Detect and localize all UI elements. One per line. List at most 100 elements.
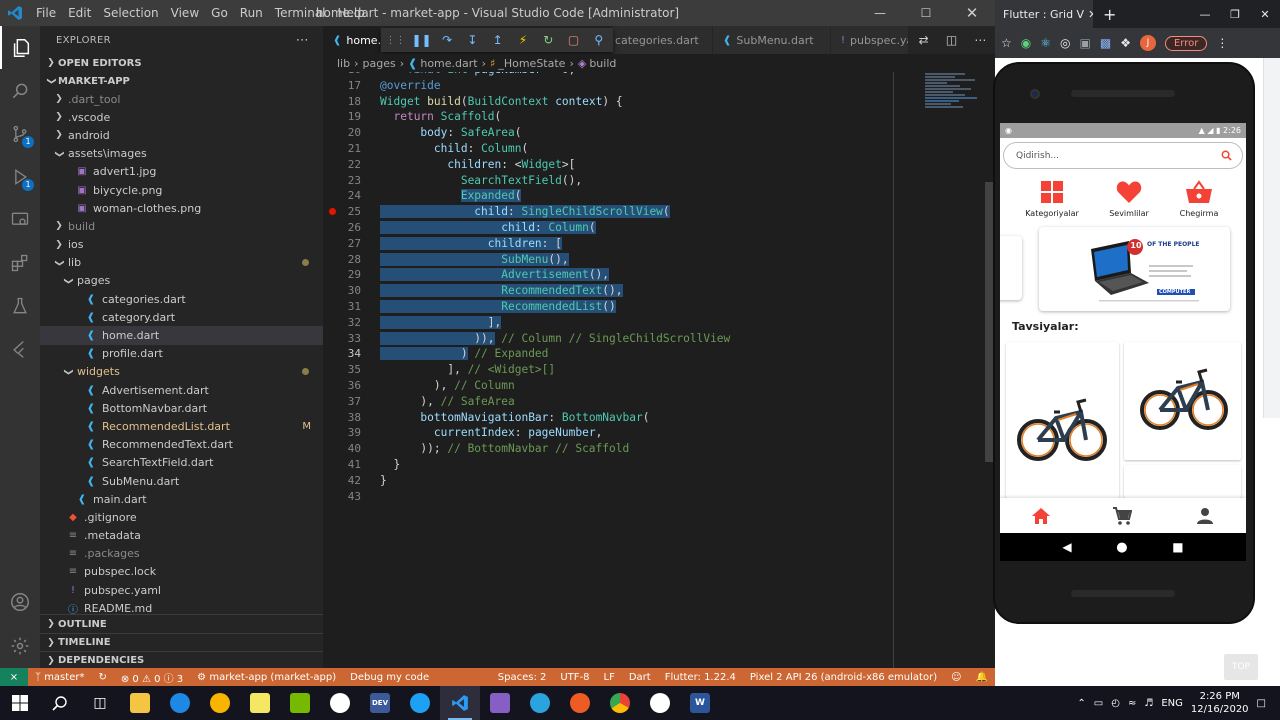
feedback-icon[interactable]: ☺ bbox=[944, 672, 968, 683]
minimize-icon[interactable]: — bbox=[857, 0, 903, 26]
breadcrumb-pages[interactable]: pages bbox=[363, 57, 396, 70]
tree-item[interactable]: ❰ BottomNavbar.dart bbox=[40, 399, 323, 417]
slack-icon[interactable] bbox=[320, 686, 360, 720]
step-into-icon[interactable]: ↧ bbox=[464, 32, 480, 49]
step-over-icon[interactable]: ↷ bbox=[439, 32, 455, 49]
tree-item[interactable]: ❯ ios bbox=[40, 236, 323, 254]
tree-item[interactable]: ❰ RecommendedText.dart bbox=[40, 436, 323, 454]
nvidia-icon[interactable] bbox=[280, 686, 320, 720]
breadcrumb-class[interactable]: _HomeState bbox=[498, 57, 565, 70]
search-icon[interactable] bbox=[0, 69, 40, 112]
tree-item[interactable]: ▣ woman-clothes.png bbox=[40, 199, 323, 217]
pause-icon[interactable]: ❚❚ bbox=[411, 32, 431, 49]
restore-icon[interactable]: ❐ bbox=[1220, 8, 1250, 21]
devtools-icon[interactable]: DEV bbox=[360, 686, 400, 720]
bookmark-star-icon[interactable]: ☆ bbox=[1001, 36, 1012, 50]
profile-icon[interactable] bbox=[1195, 506, 1215, 526]
drag-handle-icon[interactable]: ⋮⋮ bbox=[386, 32, 406, 49]
notifications-icon[interactable]: 🔔 bbox=[969, 672, 995, 683]
problems-count[interactable]: ⊗ 0 ⚠ 0 ⓘ 3 bbox=[114, 670, 190, 685]
device-selector[interactable]: Pixel 2 API 26 (android-x86 emulator) bbox=[743, 672, 944, 683]
tree-item[interactable]: ≡ pubspec.lock bbox=[40, 563, 323, 581]
word-icon[interactable]: W bbox=[680, 686, 720, 720]
tree-item[interactable]: ▣ biycycle.png bbox=[40, 181, 323, 199]
language-mode[interactable]: Dart bbox=[622, 672, 658, 683]
tree-item[interactable]: ❰ Advertisement.dart bbox=[40, 381, 323, 399]
close-icon[interactable]: ✕ bbox=[1250, 8, 1280, 21]
search-icon[interactable] bbox=[40, 686, 80, 720]
more-actions-icon[interactable]: ⋯ bbox=[296, 33, 309, 48]
tree-item[interactable]: ❯ pages bbox=[40, 272, 323, 290]
tree-item[interactable]: ❯ assets\images bbox=[40, 145, 323, 163]
extension-icon[interactable]: ▣ bbox=[1080, 36, 1091, 50]
notification-center-icon[interactable]: □ bbox=[1257, 698, 1266, 709]
end-of-line[interactable]: LF bbox=[597, 672, 622, 683]
new-tab-icon[interactable]: + bbox=[1103, 5, 1116, 24]
minimap[interactable] bbox=[925, 72, 983, 132]
advert-card-previous[interactable] bbox=[1000, 236, 1022, 300]
puzzle-icon[interactable]: ❖ bbox=[1120, 36, 1131, 50]
submenu-favorites[interactable]: Sevimlilar bbox=[1099, 179, 1159, 218]
open-editors-section[interactable]: ❯ OPEN EDITORS bbox=[40, 54, 323, 72]
tree-item[interactable]: ≡ .packages bbox=[40, 545, 323, 563]
testing-icon[interactable] bbox=[0, 284, 40, 327]
breadcrumb-method[interactable]: build bbox=[589, 57, 616, 70]
indentation[interactable]: Spaces: 2 bbox=[491, 672, 554, 683]
tree-item[interactable]: ▣ advert1.jpg bbox=[40, 163, 323, 181]
close-icon[interactable]: ✕ bbox=[949, 0, 995, 26]
vscode-taskbar-icon[interactable] bbox=[440, 686, 480, 720]
home-icon[interactable] bbox=[1031, 506, 1051, 526]
tree-item[interactable]: ❰ home.dart bbox=[40, 326, 323, 345]
source-control-icon[interactable]: 1 bbox=[0, 112, 40, 155]
extension-icon[interactable]: ◎ bbox=[1060, 36, 1070, 50]
tree-item[interactable]: ❰ categories.dart bbox=[40, 290, 323, 308]
file-explorer-icon[interactable] bbox=[120, 686, 160, 720]
minimize-icon[interactable]: — bbox=[1190, 8, 1220, 21]
breakpoint-icon[interactable] bbox=[329, 208, 336, 216]
menu-go[interactable]: Go bbox=[205, 0, 234, 26]
network-icon[interactable]: ◴ bbox=[1111, 698, 1120, 709]
step-out-icon[interactable]: ↥ bbox=[490, 32, 506, 49]
run-debug-icon[interactable]: 1 bbox=[0, 155, 40, 198]
tree-item[interactable]: ◆ .gitignore bbox=[40, 508, 323, 526]
stop-icon[interactable]: ▢ bbox=[565, 32, 581, 49]
battery-icon[interactable]: ▭ bbox=[1094, 698, 1103, 709]
tree-item[interactable]: ! pubspec.yaml bbox=[40, 581, 323, 599]
menu-help[interactable]: Help bbox=[332, 0, 371, 26]
sticky-notes-icon[interactable] bbox=[240, 686, 280, 720]
home-circle-icon[interactable]: ● bbox=[1116, 540, 1127, 555]
flutter-version[interactable]: Flutter: 1.22.4 bbox=[658, 672, 743, 683]
menu-run[interactable]: Run bbox=[234, 0, 269, 26]
tree-item[interactable]: ❰ main.dart bbox=[40, 490, 323, 508]
tree-item[interactable]: ❯ .dart_tool bbox=[40, 90, 323, 108]
edge-icon[interactable] bbox=[160, 686, 200, 720]
more-actions-icon[interactable]: ⋯ bbox=[974, 33, 986, 47]
wifi-icon[interactable]: ≈ bbox=[1128, 698, 1136, 709]
kebab-menu-icon[interactable]: ⋮ bbox=[1216, 36, 1228, 50]
sync-icon[interactable]: ↻ bbox=[91, 672, 113, 683]
debug-session[interactable]: ⚙ market-app (market-app) bbox=[190, 672, 343, 683]
remote-icon[interactable]: ⨯ bbox=[0, 668, 28, 686]
outline-section[interactable]: ❯ OUTLINE bbox=[40, 615, 323, 633]
back-to-top-button[interactable]: TOP bbox=[1224, 654, 1258, 680]
chevron-up-icon[interactable]: ⌃ bbox=[1077, 698, 1085, 709]
remote-explorer-icon[interactable] bbox=[0, 198, 40, 241]
search-input[interactable]: Qidirish... bbox=[1003, 142, 1243, 169]
dependencies-section[interactable]: ❯ DEPENDENCIES bbox=[40, 651, 323, 669]
tree-item[interactable]: ❰ profile.dart bbox=[40, 345, 323, 363]
tree-item[interactable]: ❰ SearchTextField.dart bbox=[40, 454, 323, 472]
extension-icon[interactable]: ◉ bbox=[1021, 36, 1031, 50]
visual-studio-icon[interactable] bbox=[480, 686, 520, 720]
git-branch[interactable]: ᛉ master* bbox=[28, 672, 91, 683]
tree-item[interactable]: ❯ widgets bbox=[40, 363, 323, 381]
tree-item[interactable]: ❯ build bbox=[40, 217, 323, 235]
cart-icon[interactable] bbox=[1112, 506, 1132, 526]
tab-submenu-dart[interactable]: ❰ SubMenu.dart bbox=[713, 26, 831, 54]
breadcrumb-file[interactable]: home.dart bbox=[420, 57, 477, 70]
postman-icon[interactable] bbox=[560, 686, 600, 720]
tree-item[interactable]: ❯ .vscode bbox=[40, 108, 323, 126]
taskbar-clock[interactable]: 2:26 PM 12/16/2020 bbox=[1191, 690, 1249, 716]
settings-gear-icon[interactable] bbox=[0, 624, 40, 667]
split-editor-icon[interactable]: ◫ bbox=[946, 33, 957, 47]
product-card[interactable] bbox=[1124, 342, 1241, 460]
